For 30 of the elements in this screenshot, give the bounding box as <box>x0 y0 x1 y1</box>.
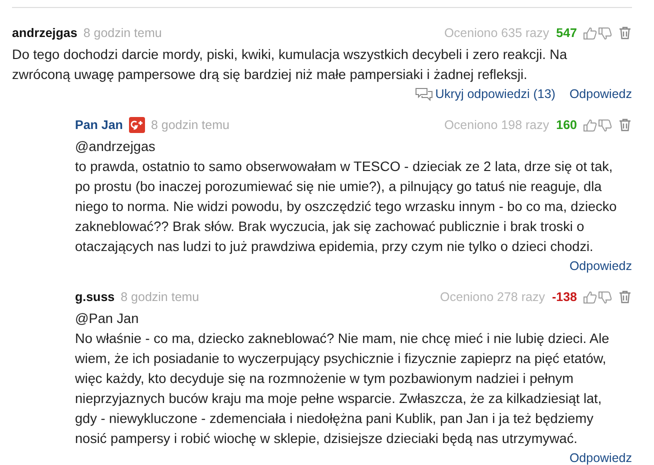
hide-replies-link[interactable]: Ukryj odpowiedzi (13) <box>415 87 556 101</box>
comment-text: @andrzejgas to prawda, ostatnio to samo obserwowałam w TESCO - dzieciak ze 2 lata, drze się ot tak, po prostu (bo inaczej porozumiewać się nie umie?), a pilnujący go tatuś nie reaguje, dla niego to norma. Nie widzi powodu, by oszczędzić tego wrzasku innym - bo co ma, dziecko zakneblować?? Brak słów. Brak wyczucia, jak się zachować publicznie i brak troski o otaczających nas ludzi to już prawdziwa epidemia, przy czym nie tylko o dzieci chodzi. <box>75 138 618 256</box>
thumbs-down-icon[interactable] <box>597 290 612 304</box>
comment-time: 8 godzin temu <box>150 118 230 132</box>
trash-icon[interactable] <box>618 118 632 132</box>
rating-score: 160 <box>556 118 577 132</box>
reply-link[interactable]: Odpowiedz <box>569 87 632 101</box>
speech-bubbles-icon <box>415 87 434 101</box>
rating-count: Oceniono 198 razy <box>444 118 550 132</box>
comment-text: Do tego dochodzi darcie mordy, piski, kwiki, kumulacja wszystkich decybeli i zero reakcji. Na zwróconą uwagę pampersowe drą się bardziej niż małe pampersiaki i żadnej refleksji. <box>12 46 568 84</box>
author-name: g.suss <box>75 290 115 304</box>
google-plus-icon[interactable] <box>128 117 145 133</box>
reply-link[interactable]: Odpowiedz <box>569 259 632 273</box>
author-link[interactable]: Pan Jan <box>75 118 123 132</box>
trash-icon[interactable] <box>618 26 632 40</box>
thumbs-up-icon[interactable] <box>582 26 597 40</box>
rating-count: Oceniono 635 razy <box>444 26 550 40</box>
thumbs-up-icon[interactable] <box>582 290 597 304</box>
thumbs-down-icon[interactable] <box>597 118 612 132</box>
thumbs-up-icon[interactable] <box>582 118 597 132</box>
trash-icon[interactable] <box>618 290 632 304</box>
reply-link[interactable]: Odpowiedz <box>569 451 632 465</box>
rating-score: 547 <box>556 26 577 40</box>
comment-time: 8 godzin temu <box>83 26 162 40</box>
author-name: andrzejgas <box>12 26 78 40</box>
rating-score: -138 <box>552 290 577 304</box>
comment-text: @Pan Jan No właśnie - co ma, dziecko zakneblować? Nie mam, nie chcę mieć i nie lubię dzieci. Ale wiem, że ich posiadanie to wyczerpujący psychicznie i fizycznie zapieprz na pięć etatów, więc każdy, kto decyduje się na rozmnożenie w tym pozbawionym nadziei i pełnym nieprzyjaznych buców kraju ma moje pełne wsparcie. Zwłaszcza, że za kilkadziesiąt lat, gdy - niewykluczone - zdemenciała i niedołężna pani Kublik, pan Jan i ja też będziemy nosić pampersy i robić wiochę w sklepie, dzisiejsze dzieciaki będą nas utrzymywać. <box>75 310 610 448</box>
rating-count: Oceniono 278 razy <box>440 290 545 304</box>
thumbs-down-icon[interactable] <box>597 26 612 40</box>
comment-time: 8 godzin temu <box>120 290 200 304</box>
